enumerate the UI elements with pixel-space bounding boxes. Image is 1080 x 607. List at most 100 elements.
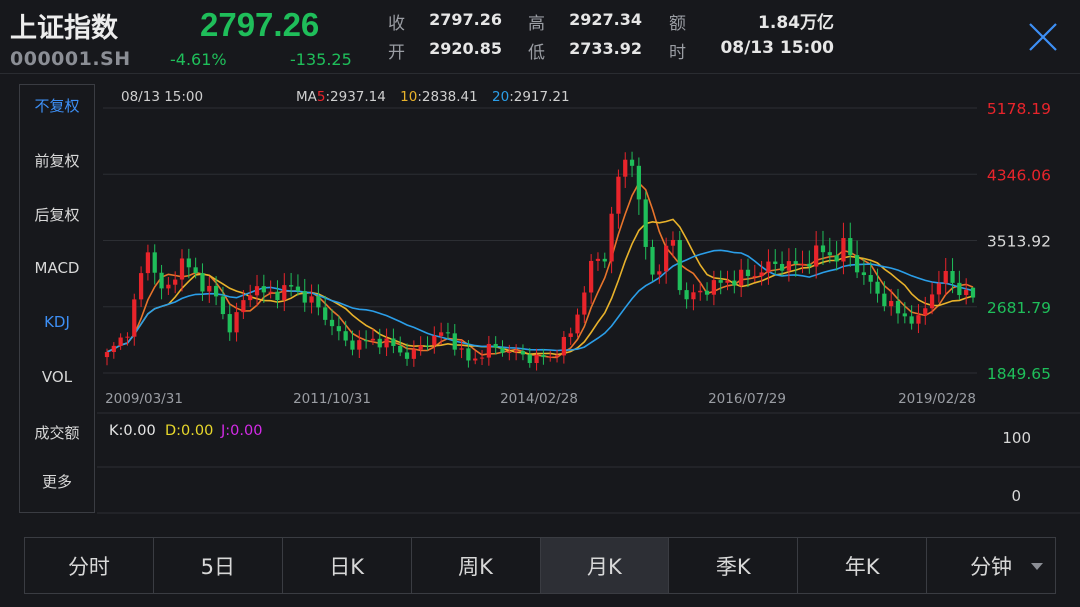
tab-minute[interactable]: 分钟 (927, 538, 1055, 593)
candle-body (336, 326, 341, 332)
candle-body (220, 296, 226, 315)
candle-body (507, 351, 512, 353)
candle-body (957, 282, 962, 296)
candle-body (807, 263, 812, 267)
tab-label: 分时 (67, 554, 110, 579)
candle-body (739, 269, 744, 286)
candle-body (486, 343, 491, 358)
candle-body (745, 269, 751, 276)
candle-body (479, 357, 485, 359)
candle-body (207, 285, 212, 292)
y-tick-label: 5178.19 (987, 100, 1051, 118)
menu-item-vol[interactable]: VOL (20, 368, 94, 386)
kdj-k-value: K:0.00 (109, 423, 156, 439)
y-tick-label: 2681.79 (987, 299, 1051, 317)
candle-body (848, 238, 853, 256)
candle-body (323, 307, 328, 320)
x-tick-label: 2011/10/31 (293, 391, 371, 407)
tab-label: 日K (329, 554, 365, 579)
candle-body (650, 246, 655, 275)
candle-body (814, 245, 819, 267)
candle-body (118, 337, 123, 346)
tab-quarterly-k[interactable]: 季K (669, 538, 799, 593)
candle-body (541, 355, 546, 358)
candle-body (520, 351, 526, 355)
menu-item-turnover[interactable]: 成交额 (20, 422, 94, 443)
tab-label: 周K (458, 554, 493, 579)
y-axis-labels: 5178.19 4346.06 3513.92 2681.79 1849.65 (987, 100, 1051, 383)
candle-body (227, 314, 232, 333)
y-tick-label: 4346.06 (987, 166, 1051, 184)
menu-item-no-adjust[interactable]: 不复权 (20, 95, 94, 116)
candle-body (234, 312, 239, 333)
candle-body (684, 290, 689, 300)
tab-yearly-k[interactable]: 年K (798, 538, 928, 593)
tab-5day[interactable]: 5日 (154, 538, 283, 593)
candle-body (868, 275, 873, 282)
x-axis-labels: 2009/03/31 2011/10/31 2014/02/28 2016/07/29… (105, 391, 976, 407)
candle-body (200, 273, 205, 292)
candle-body (616, 176, 621, 214)
menu-item-kdj[interactable]: KDJ (20, 313, 94, 331)
menu-item-forward-adjust[interactable]: 前复权 (20, 150, 94, 171)
candle-body (670, 239, 676, 246)
candle-body (875, 281, 880, 294)
candle-body (636, 165, 641, 200)
candle-body (595, 258, 601, 261)
candle-body (302, 291, 307, 303)
candle-body (329, 319, 335, 327)
ma10-value: :2838.41 (417, 89, 477, 105)
candle-body (173, 279, 178, 285)
tab-monthly-k[interactable]: 月K (540, 538, 670, 593)
candle-body (411, 349, 416, 359)
candle-body (732, 280, 737, 286)
candle-body (786, 261, 792, 271)
ma20-value: :2917.21 (509, 89, 569, 105)
candle-body (534, 355, 539, 364)
candle-body (432, 335, 437, 346)
candle-body (704, 290, 710, 295)
candle-body (384, 338, 389, 348)
menu-item-macd[interactable]: MACD (20, 259, 94, 277)
candle-body (936, 283, 942, 295)
candle-body (159, 272, 164, 289)
candle-body (466, 348, 471, 361)
candle-body (343, 331, 348, 341)
menu-item-backward-adjust[interactable]: 后复权 (20, 204, 94, 225)
chart-time-label: 08/13 15:00 (121, 89, 203, 105)
ma5-period: 5 (317, 89, 326, 105)
candle-body (575, 314, 580, 334)
candle-body (841, 238, 846, 262)
tab-label: 分钟 (970, 554, 1013, 579)
y-tick-label: 1849.65 (987, 365, 1051, 383)
tab-daily-k[interactable]: 日K (283, 538, 412, 593)
kline-chart[interactable]: 08/13 15:00 MA5:2937.14 10:2838.41 20:29… (0, 0, 1080, 530)
candle-body (793, 261, 798, 265)
menu-item-more[interactable]: 更多 (20, 471, 94, 492)
candle-body (582, 292, 587, 315)
candle-body (350, 340, 355, 350)
candle-body (493, 343, 498, 348)
candle-body (929, 294, 935, 309)
tab-label: 年K (844, 554, 880, 579)
candle-body (179, 258, 185, 280)
tab-intraday[interactable]: 分时 (25, 538, 154, 593)
candle-body (827, 252, 832, 256)
candle-body (261, 286, 266, 293)
candle-body (152, 252, 157, 273)
tab-weekly-k[interactable]: 周K (412, 538, 541, 593)
candle-body (186, 258, 191, 268)
period-tabs: 分时 5日 日K 周K 月K 季K 年K 分钟 (24, 537, 1056, 594)
candle-body (943, 270, 948, 284)
candle-body (882, 293, 887, 307)
candle-body (459, 348, 464, 350)
candle-body (691, 292, 696, 300)
candle-body (902, 313, 907, 317)
x-tick-label: 2019/02/28 (898, 391, 976, 407)
candle-body (111, 345, 116, 353)
candle-body (725, 280, 730, 283)
candle-body (404, 352, 410, 359)
candle-body (657, 271, 662, 275)
candle-body (909, 316, 914, 324)
candlesticks (104, 151, 976, 371)
